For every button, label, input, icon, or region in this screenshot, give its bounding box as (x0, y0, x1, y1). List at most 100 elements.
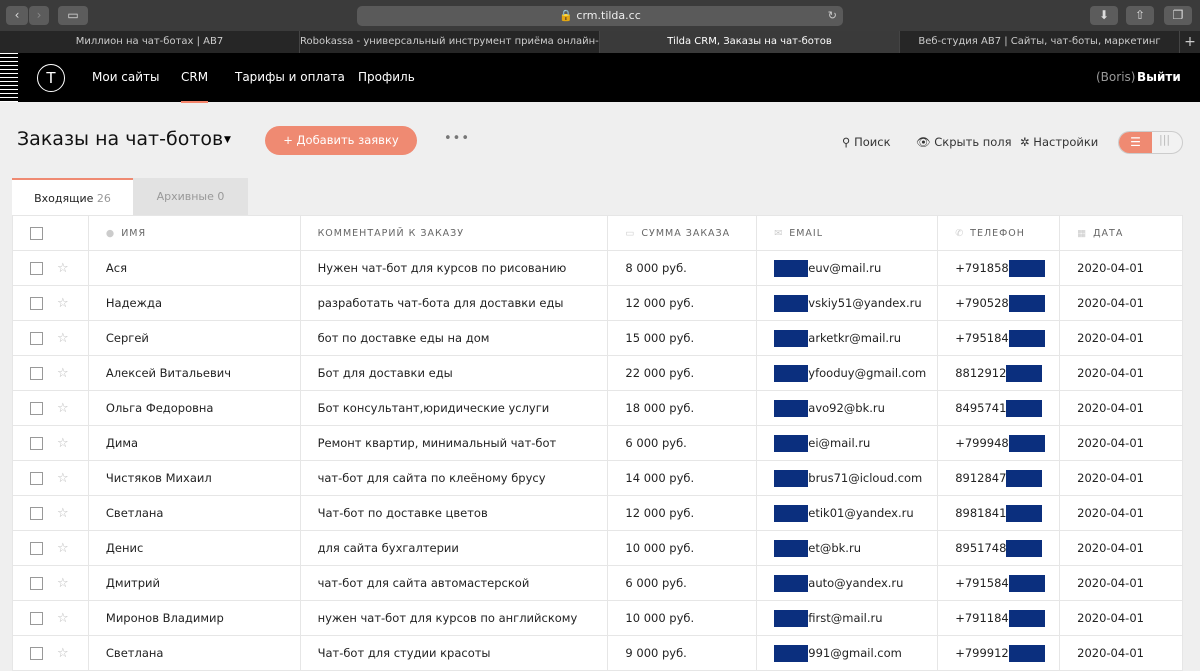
table-row[interactable]: ☆ Ася Нужен чат-бот для курсов по рисова… (12, 250, 1183, 286)
sum-cell[interactable]: 10 000 руб. (607, 600, 758, 636)
phone-cell[interactable]: +799912 (937, 635, 1061, 671)
logout-link[interactable]: Выйти (1137, 70, 1181, 84)
row-checkbox[interactable] (30, 471, 43, 485)
tab-incoming[interactable]: Входящие 26 (12, 178, 133, 215)
table-row[interactable]: ☆ Дмитрий чат-бот для сайта автомастерск… (12, 565, 1183, 601)
star-icon[interactable]: ☆ (57, 541, 69, 556)
tab-archived[interactable]: Архивные 0 (133, 178, 248, 215)
date-cell[interactable]: 2020-04-01 (1059, 355, 1183, 391)
star-icon[interactable]: ☆ (57, 471, 69, 486)
email-cell[interactable]: et@bk.ru (756, 530, 939, 566)
row-checkbox[interactable] (30, 506, 43, 520)
select-all-checkbox[interactable] (30, 226, 43, 240)
email-cell[interactable]: euv@mail.ru (756, 250, 939, 286)
sum-cell[interactable]: 14 000 руб. (607, 460, 758, 496)
date-cell[interactable]: 2020-04-01 (1059, 390, 1183, 426)
star-icon[interactable]: ☆ (57, 366, 69, 381)
name-cell[interactable]: Ольга Федоровна (87, 390, 301, 426)
col-phone[interactable]: ✆ ТЕЛЕФОН (937, 215, 1061, 251)
sum-cell[interactable]: 10 000 руб. (607, 530, 758, 566)
comment-cell[interactable]: нужен чат-бот для курсов по английскому (299, 600, 609, 636)
phone-cell[interactable]: +790528 (937, 285, 1061, 321)
nav-my-sites[interactable]: Мои сайты (92, 70, 160, 84)
name-cell[interactable]: Дмитрий (87, 565, 301, 601)
table-row[interactable]: ☆ Чистяков Михаил чат-бот для сайта по к… (12, 460, 1183, 496)
table-row[interactable]: ☆ Светлана Чат-бот по доставке цветов 12… (12, 495, 1183, 531)
view-toggle[interactable]: ☰ ||| (1118, 131, 1183, 154)
table-row[interactable]: ☆ Алексей Витальевич Бот для доставки ед… (12, 355, 1183, 391)
list-view-icon[interactable]: ☰ (1119, 132, 1152, 153)
comment-cell[interactable]: разработать чат-бота для доставки еды (299, 285, 609, 321)
browser-tab-active[interactable]: Tilda CRM, Заказы на чат-ботов (600, 31, 900, 53)
name-cell[interactable]: Алексей Витальевич (87, 355, 301, 391)
tabs-overview-icon[interactable]: ❐ (1164, 6, 1192, 25)
name-cell[interactable]: Надежда (87, 285, 301, 321)
phone-cell[interactable]: 8495741 (937, 390, 1061, 426)
comment-cell[interactable]: Бот для доставки еды (299, 355, 609, 391)
more-button[interactable]: ••• (444, 131, 470, 146)
tilda-logo[interactable]: T (37, 64, 65, 92)
comment-cell[interactable]: бот по доставке еды на дом (299, 320, 609, 356)
row-checkbox[interactable] (30, 366, 43, 380)
email-cell[interactable]: yfooduy@gmail.com (756, 355, 939, 391)
date-cell[interactable]: 2020-04-01 (1059, 460, 1183, 496)
date-cell[interactable]: 2020-04-01 (1059, 565, 1183, 601)
back-button[interactable]: ‹ (6, 6, 28, 25)
sum-cell[interactable]: 6 000 руб. (607, 565, 758, 601)
date-cell[interactable]: 2020-04-01 (1059, 250, 1183, 286)
star-icon[interactable]: ☆ (57, 296, 69, 311)
star-icon[interactable]: ☆ (57, 401, 69, 416)
row-checkbox[interactable] (30, 401, 43, 415)
table-row[interactable]: ☆ Светлана Чат-бот для студии красоты 9 … (12, 635, 1183, 671)
date-cell[interactable]: 2020-04-01 (1059, 635, 1183, 671)
col-sum[interactable]: ▭ СУММА ЗАКАЗА (607, 215, 758, 251)
date-cell[interactable]: 2020-04-01 (1059, 285, 1183, 321)
star-icon[interactable]: ☆ (57, 576, 69, 591)
row-checkbox[interactable] (30, 541, 43, 555)
row-checkbox[interactable] (30, 436, 43, 450)
share-icon[interactable]: ⇧ (1126, 6, 1154, 25)
star-icon[interactable]: ☆ (57, 611, 69, 626)
email-cell[interactable]: arketkr@mail.ru (756, 320, 939, 356)
comment-cell[interactable]: Чат-бот по доставке цветов (299, 495, 609, 531)
browser-tab[interactable]: Миллион на чат-ботах | AB7 (0, 31, 300, 53)
sum-cell[interactable]: 6 000 руб. (607, 425, 758, 461)
nav-tariffs[interactable]: Тарифы и оплата (235, 70, 345, 84)
comment-cell[interactable]: Чат-бот для студии красоты (299, 635, 609, 671)
email-cell[interactable]: 991@gmail.com (756, 635, 939, 671)
table-row[interactable]: ☆ Денис для сайта бухгалтерии 10 000 руб… (12, 530, 1183, 566)
star-icon[interactable]: ☆ (57, 646, 69, 661)
name-cell[interactable]: Светлана (87, 495, 301, 531)
table-row[interactable]: ☆ Дима Ремонт квартир, минимальный чат-б… (12, 425, 1183, 461)
comment-cell[interactable]: чат-бот для сайта автомастерской (299, 565, 609, 601)
sum-cell[interactable]: 12 000 руб. (607, 285, 758, 321)
comment-cell[interactable]: чат-бот для сайта по клеёному брусу (299, 460, 609, 496)
star-icon[interactable]: ☆ (57, 506, 69, 521)
date-cell[interactable]: 2020-04-01 (1059, 600, 1183, 636)
email-cell[interactable]: auto@yandex.ru (756, 565, 939, 601)
phone-cell[interactable]: 8981841 (937, 495, 1061, 531)
forward-button[interactable]: › (29, 6, 49, 25)
email-cell[interactable]: brus71@icloud.com (756, 460, 939, 496)
email-cell[interactable]: ei@mail.ru (756, 425, 939, 461)
name-cell[interactable]: Денис (87, 530, 301, 566)
comment-cell[interactable]: Ремонт квартир, минимальный чат-бот (299, 425, 609, 461)
phone-cell[interactable]: 8912847 (937, 460, 1061, 496)
phone-cell[interactable]: +799948 (937, 425, 1061, 461)
comment-cell[interactable]: Бот консультант,юридические услуги (299, 390, 609, 426)
phone-cell[interactable]: +795184 (937, 320, 1061, 356)
col-comment[interactable]: КОММЕНТАРИЙ К ЗАКАЗУ (299, 215, 609, 251)
email-cell[interactable]: vskiy51@yandex.ru (756, 285, 939, 321)
name-cell[interactable]: Светлана (87, 635, 301, 671)
phone-cell[interactable]: +791184 (937, 600, 1061, 636)
phone-cell[interactable]: +791584 (937, 565, 1061, 601)
sum-cell[interactable]: 9 000 руб. (607, 635, 758, 671)
comment-cell[interactable]: для сайта бухгалтерии (299, 530, 609, 566)
col-date[interactable]: ▦ ДАТА (1059, 215, 1183, 251)
name-cell[interactable]: Чистяков Михаил (87, 460, 301, 496)
browser-tab[interactable]: Веб-студия AB7 | Сайты, чат-боты, маркет… (900, 31, 1180, 53)
email-cell[interactable]: avo92@bk.ru (756, 390, 939, 426)
table-row[interactable]: ☆ Сергей бот по доставке еды на дом 15 0… (12, 320, 1183, 356)
table-row[interactable]: ☆ Ольга Федоровна Бот консультант,юридич… (12, 390, 1183, 426)
phone-cell[interactable]: 8812912 (937, 355, 1061, 391)
